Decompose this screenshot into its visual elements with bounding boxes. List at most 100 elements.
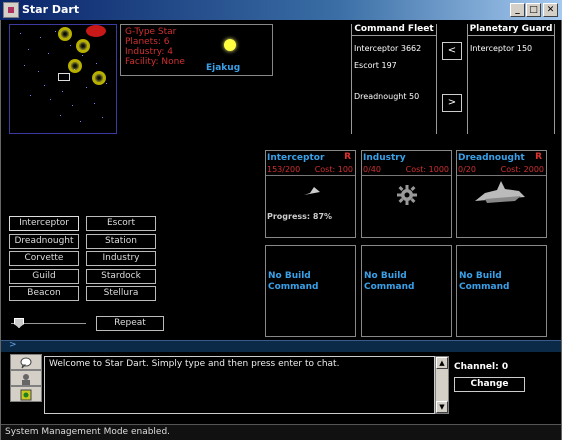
ship-button-corvette[interactable]: Corvette — [9, 251, 79, 266]
command-fleet-panel: Command Fleet Interceptor 3662 Escort 19… — [351, 24, 437, 134]
fleet-item[interactable]: Escort 197 — [354, 61, 397, 70]
build-command-slot[interactable]: No Build Command — [265, 245, 356, 337]
owned-star-marker — [76, 39, 90, 53]
planetary-guard-panel: Planetary Guard Interceptor 150 — [467, 24, 555, 134]
star-dot — [24, 65, 25, 66]
chat-message: Welcome to Star Dart. Simply type and th… — [49, 359, 340, 369]
build-command-slot[interactable]: No Build Command — [361, 245, 452, 337]
minimize-button[interactable]: _ — [510, 3, 525, 17]
chat-log[interactable]: Welcome to Star Dart. Simply type and th… — [44, 356, 435, 414]
card-divider — [362, 175, 451, 176]
ship-button-beacon[interactable]: Beacon — [9, 286, 79, 301]
players-icon — [22, 374, 30, 385]
star-industry: Industry: 4 — [125, 47, 173, 57]
star-dot — [96, 63, 97, 64]
build-command-text: No Build Command — [268, 271, 319, 292]
star-dot — [102, 117, 103, 118]
scroll-down-button[interactable]: ▼ — [436, 401, 448, 413]
card-progress: Progress: 87% — [267, 212, 333, 221]
close-button[interactable]: ✕ — [543, 3, 558, 17]
status-bar: System Management Mode enabled. — [1, 424, 561, 440]
enemy-star-marker — [86, 25, 106, 37]
ship-button-guild[interactable]: Guild — [9, 269, 79, 284]
scroll-up-button[interactable]: ▲ — [436, 357, 448, 369]
star-dot — [20, 33, 21, 34]
chat-scrollbar[interactable]: ▲ ▼ — [435, 356, 449, 414]
planetary-guard-title: Planetary Guard — [468, 24, 554, 36]
card-title: Interceptor — [267, 153, 325, 163]
build-quantity-slider[interactable] — [11, 318, 86, 328]
card-count: 0/40 — [363, 165, 381, 174]
fleet-item[interactable]: Interceptor 3662 — [354, 44, 421, 53]
card-count: 0/20 — [458, 165, 476, 174]
star-dot — [62, 91, 63, 92]
star-info-panel: G-Type Star Planets: 6 Industry: 4 Facil… — [120, 24, 273, 76]
ship-button-stardock[interactable]: Stardock — [86, 269, 156, 284]
slider-knob[interactable] — [14, 318, 24, 328]
card-count: 153/200 — [267, 165, 301, 174]
owned-star-marker — [92, 71, 106, 85]
selection-cursor — [58, 73, 70, 81]
tab-players[interactable] — [10, 370, 42, 386]
transfer-left-button[interactable]: < — [442, 42, 462, 60]
card-cost: Cost: 1000 — [405, 165, 449, 174]
star-dot — [82, 55, 83, 56]
empire-icon — [20, 389, 32, 401]
card-divider — [457, 175, 546, 176]
transfer-right-button[interactable]: > — [442, 94, 462, 112]
build-card-dreadnought[interactable]: Dreadnought R 0/20 Cost: 2000 — [456, 150, 547, 238]
interceptor-ship-icon — [304, 187, 320, 195]
star-dot — [72, 105, 73, 106]
title-bar: Star Dart _ □ ✕ — [0, 0, 562, 20]
command-fleet-title: Command Fleet — [352, 24, 436, 36]
ship-button-escort[interactable]: Escort — [86, 216, 156, 231]
gear-icon — [397, 185, 417, 205]
chat-divider[interactable]: > — [1, 340, 561, 352]
change-channel-button[interactable]: Change — [454, 377, 525, 392]
star-dot — [38, 71, 39, 72]
build-command-text: No Build Command — [459, 271, 510, 292]
galaxy-minimap[interactable] — [9, 24, 117, 134]
ship-button-industry[interactable]: Industry — [86, 251, 156, 266]
star-dot — [50, 99, 51, 100]
main-content: G-Type Star Planets: 6 Industry: 4 Facil… — [0, 20, 562, 440]
build-command-text: No Build Command — [364, 271, 415, 292]
star-dot — [70, 45, 71, 46]
star-dot — [80, 121, 81, 122]
channel-label: Channel: 0 — [454, 362, 509, 372]
maximize-button[interactable]: □ — [526, 3, 541, 17]
tab-chat[interactable] — [10, 354, 42, 370]
star-dot — [94, 103, 95, 104]
star-dot — [30, 95, 31, 96]
ship-button-station[interactable]: Station — [86, 234, 156, 249]
star-dot — [106, 83, 107, 84]
ship-button-stellura[interactable]: Stellura — [86, 286, 156, 301]
build-command-slot[interactable]: No Build Command — [456, 245, 547, 337]
ship-button-interceptor[interactable]: Interceptor — [9, 216, 79, 231]
star-dot — [44, 85, 45, 86]
repeat-button[interactable]: Repeat — [96, 316, 164, 331]
card-cost: Cost: 2000 — [500, 165, 544, 174]
star-dot — [48, 53, 49, 54]
card-title: Industry — [363, 153, 406, 163]
repeat-flag: R — [344, 152, 351, 162]
owned-star-marker — [68, 59, 82, 73]
build-card-industry[interactable]: Industry 0/40 Cost: 1000 — [361, 150, 452, 238]
star-planets: Planets: 6 — [125, 37, 170, 47]
build-card-interceptor[interactable]: Interceptor R 153/200 Cost: 100 Progress… — [265, 150, 356, 238]
owned-star-marker — [58, 27, 72, 41]
guard-item[interactable]: Interceptor 150 — [470, 44, 532, 53]
star-name: Ejakug — [206, 63, 241, 73]
star-dot — [86, 87, 87, 88]
star-dot — [60, 115, 61, 116]
fleet-item[interactable]: Dreadnought 50 — [354, 92, 419, 101]
chat-area: Welcome to Star Dart. Simply type and th… — [1, 352, 561, 424]
dreadnought-ship-icon — [475, 181, 525, 203]
card-title: Dreadnought — [458, 153, 525, 163]
star-dot — [55, 31, 56, 32]
tab-empire[interactable] — [10, 386, 42, 402]
star-facility: Facility: None — [125, 57, 185, 67]
ship-button-dreadnought[interactable]: Dreadnought — [9, 234, 79, 249]
repeat-flag: R — [535, 152, 542, 162]
star-type: G-Type Star — [125, 27, 177, 37]
